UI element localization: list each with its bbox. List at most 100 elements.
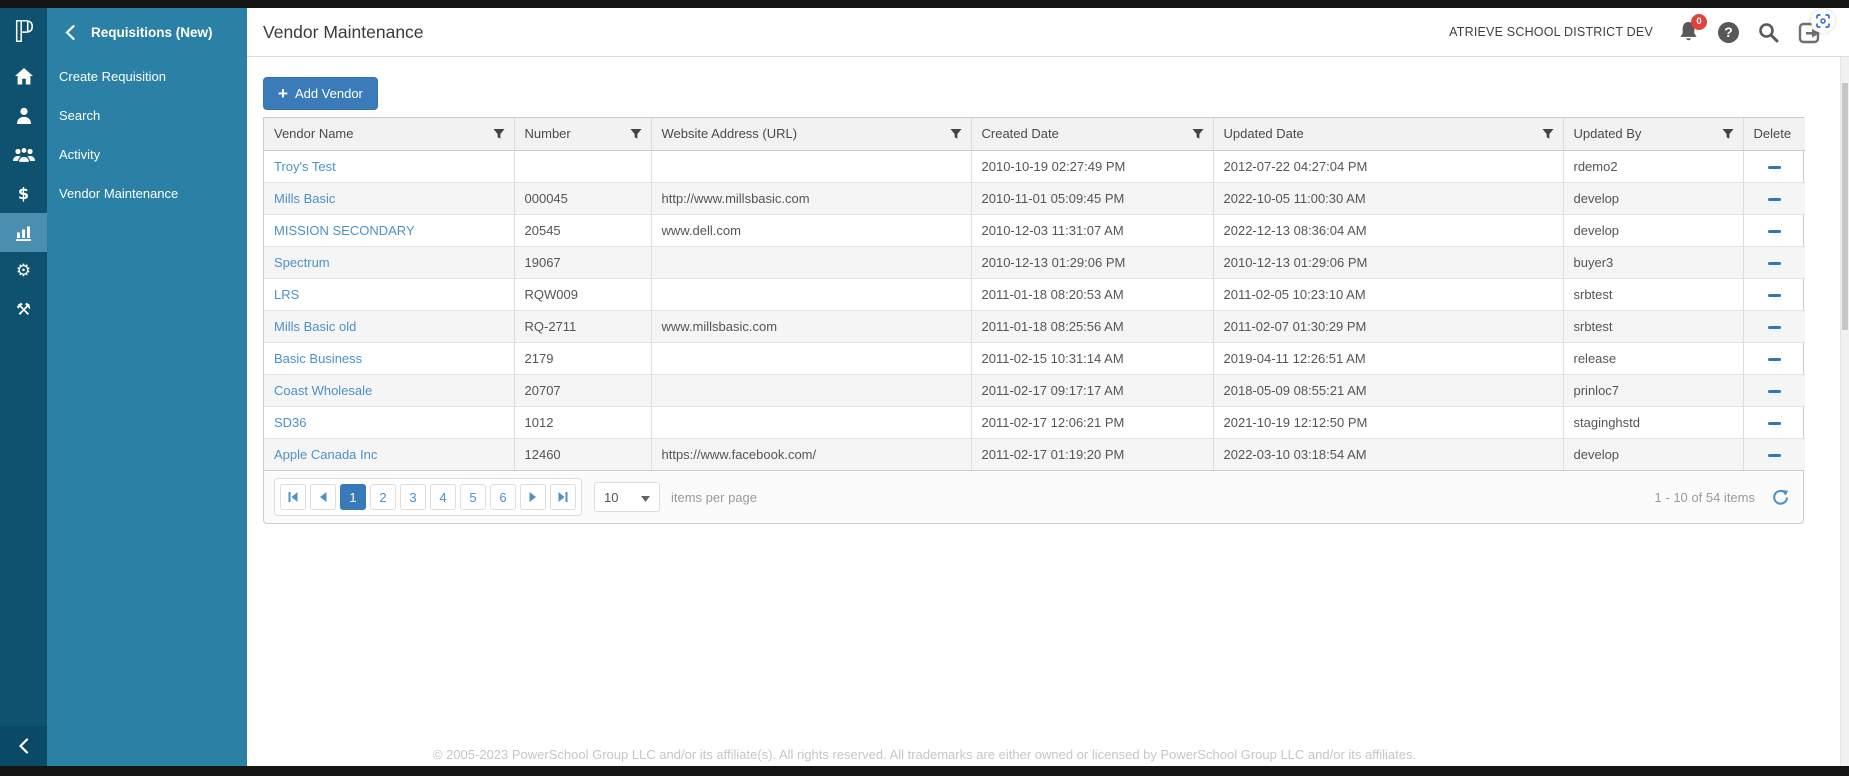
- last-page-button[interactable]: [550, 484, 576, 510]
- page-button-6[interactable]: 6: [490, 484, 516, 510]
- updated-by-cell: develop: [1563, 214, 1743, 246]
- content-area: + Add Vendor Vendor Name Number Website …: [247, 57, 1849, 765]
- add-vendor-button[interactable]: + Add Vendor: [263, 77, 378, 110]
- bar-chart-icon: [15, 224, 32, 241]
- vendor-name-link[interactable]: Spectrum: [274, 255, 330, 270]
- number-cell: RQ-2711: [514, 310, 651, 342]
- created-cell: 2010-10-19 02:27:49 PM: [971, 150, 1213, 182]
- delete-button[interactable]: [1768, 230, 1781, 233]
- vendor-name-link[interactable]: MISSION SECONDARY: [274, 223, 415, 238]
- column-header-updated-date[interactable]: Updated Date: [1213, 118, 1563, 150]
- column-header-created-date[interactable]: Created Date: [971, 118, 1213, 150]
- url-cell: http://www.millsbasic.com: [651, 182, 971, 214]
- vendor-name-link[interactable]: Troy's Test: [274, 159, 336, 174]
- next-page-button[interactable]: [520, 484, 546, 510]
- first-page-button[interactable]: [280, 484, 306, 510]
- sidebar: Requisitions (New) Create Requisition Se…: [47, 8, 247, 766]
- vendor-table: Vendor Name Number Website Address (URL)…: [263, 117, 1804, 524]
- column-header-vendor-name[interactable]: Vendor Name: [264, 118, 514, 150]
- delete-button[interactable]: [1768, 358, 1781, 361]
- filter-icon[interactable]: [630, 128, 642, 143]
- table-header-row: Vendor Name Number Website Address (URL)…: [264, 118, 1805, 150]
- number-cell: 19067: [514, 246, 651, 278]
- column-header-updated-by[interactable]: Updated By: [1563, 118, 1743, 150]
- refresh-button[interactable]: [1772, 489, 1789, 506]
- delete-button[interactable]: [1768, 294, 1781, 297]
- rail-item-home[interactable]: [0, 57, 47, 96]
- tools-icon: ⚒: [16, 302, 31, 319]
- table-row: Spectrum190672010-12-13 01:29:06 PM2010-…: [264, 246, 1805, 278]
- updated-by-cell: buyer3: [1563, 246, 1743, 278]
- delete-button[interactable]: [1768, 198, 1781, 201]
- vendor-name-link[interactable]: Mills Basic old: [274, 319, 356, 334]
- vendor-name-link[interactable]: Coast Wholesale: [274, 383, 372, 398]
- rail-item-gear[interactable]: ⚙: [0, 252, 47, 291]
- filter-icon[interactable]: [1542, 128, 1554, 143]
- delete-button[interactable]: [1768, 422, 1781, 425]
- module-title: Requisitions (New): [91, 25, 213, 40]
- top-black-bar: [0, 0, 1849, 8]
- help-button[interactable]: ?: [1718, 22, 1739, 43]
- delete-button[interactable]: [1768, 166, 1781, 169]
- vendor-name-link[interactable]: Apple Canada Inc: [274, 447, 377, 462]
- updated-by-cell: srbtest: [1563, 310, 1743, 342]
- rail-item-tools[interactable]: ⚒: [0, 291, 47, 330]
- page-size-dropdown[interactable]: 10: [594, 482, 660, 512]
- filter-icon[interactable]: [950, 128, 962, 143]
- rail-item-bar-chart[interactable]: [0, 213, 47, 252]
- updated-cell: 2022-10-05 11:00:30 AM: [1213, 182, 1563, 214]
- rail-item-users[interactable]: [0, 135, 47, 174]
- vendor-name-link[interactable]: SD36: [274, 415, 307, 430]
- delete-button[interactable]: [1768, 454, 1781, 457]
- rail-item-dollar[interactable]: $: [0, 174, 47, 213]
- refresh-icon: [1772, 489, 1789, 506]
- updated-cell: 2018-05-09 08:55:21 AM: [1213, 374, 1563, 406]
- created-cell: 2011-02-17 01:19:20 PM: [971, 438, 1213, 470]
- items-per-page-label: items per page: [671, 490, 757, 505]
- sidebar-item-search[interactable]: Search: [47, 96, 247, 135]
- delete-button[interactable]: [1768, 262, 1781, 265]
- number-cell: [514, 150, 651, 182]
- sidebar-back-header[interactable]: Requisitions (New): [47, 8, 247, 57]
- app-switcher-button[interactable]: [1798, 19, 1825, 46]
- column-header-website[interactable]: Website Address (URL): [651, 118, 971, 150]
- scrollbar-thumb[interactable]: [1842, 83, 1848, 330]
- page-button-4[interactable]: 4: [430, 484, 456, 510]
- page-button-2[interactable]: 2: [370, 484, 396, 510]
- notifications-button[interactable]: 0: [1678, 21, 1699, 44]
- powerschool-logo[interactable]: ℙ: [0, 8, 47, 57]
- sidebar-item-label: Create Requisition: [59, 69, 166, 84]
- updated-by-cell: srbtest: [1563, 278, 1743, 310]
- sidebar-item-create-requisition[interactable]: Create Requisition: [47, 57, 247, 96]
- page-title: Vendor Maintenance: [263, 22, 424, 43]
- rail-item-user[interactable]: [0, 96, 47, 135]
- sidebar-item-label: Vendor Maintenance: [59, 186, 178, 201]
- items-range-label: 1 - 10 of 54 items: [1655, 490, 1755, 505]
- delete-button[interactable]: [1768, 390, 1781, 393]
- updated-by-cell: release: [1563, 342, 1743, 374]
- page-button-1[interactable]: 1: [340, 484, 366, 510]
- chevron-left-icon: [65, 25, 75, 40]
- url-cell: https://www.facebook.com/: [651, 438, 971, 470]
- table-row: Coast Wholesale207072011-02-17 09:17:17 …: [264, 374, 1805, 406]
- sidebar-item-activity[interactable]: Activity: [47, 135, 247, 174]
- sidebar-item-vendor-maintenance[interactable]: Vendor Maintenance: [47, 174, 247, 213]
- delete-button[interactable]: [1768, 326, 1781, 329]
- page-button-3[interactable]: 3: [400, 484, 426, 510]
- sidebar-item-label: Search: [59, 108, 100, 123]
- pagination-bar: 1 2 3 4 5 6 10 items per page: [264, 470, 1803, 523]
- vendor-name-link[interactable]: LRS: [274, 287, 299, 302]
- table-row: Apple Canada Inc12460https://www.faceboo…: [264, 438, 1805, 470]
- prev-page-button[interactable]: [310, 484, 336, 510]
- filter-icon[interactable]: [1192, 128, 1204, 143]
- filter-icon[interactable]: [493, 128, 505, 143]
- filter-icon[interactable]: [1722, 128, 1734, 143]
- search-button[interactable]: [1758, 22, 1779, 43]
- column-header-number[interactable]: Number: [514, 118, 651, 150]
- vendor-name-link[interactable]: Basic Business: [274, 351, 362, 366]
- url-cell: [651, 278, 971, 310]
- vertical-scrollbar[interactable]: [1840, 57, 1849, 766]
- page-button-5[interactable]: 5: [460, 484, 486, 510]
- created-cell: 2011-02-17 12:06:21 PM: [971, 406, 1213, 438]
- vendor-name-link[interactable]: Mills Basic: [274, 191, 335, 206]
